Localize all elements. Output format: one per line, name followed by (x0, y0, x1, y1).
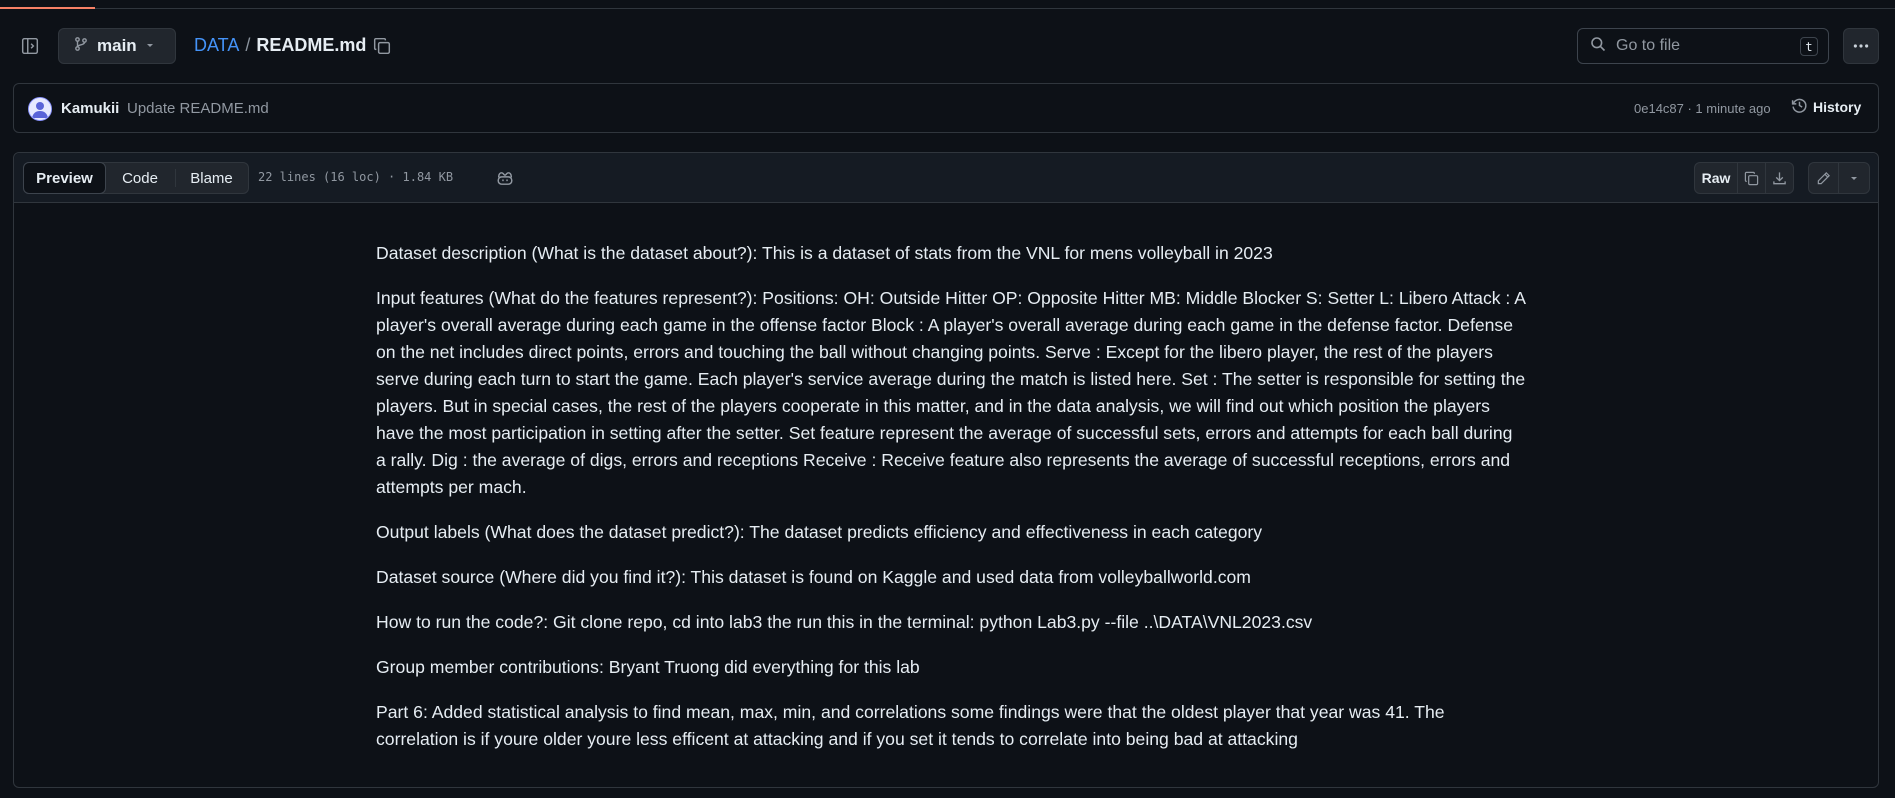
copilot-icon[interactable] (494, 167, 516, 189)
commit-hash-and-time[interactable]: 0e14c87 · 1 minute ago (1634, 101, 1771, 116)
branch-selector-button[interactable]: main (58, 28, 176, 64)
commit-message[interactable]: Update README.md (127, 100, 269, 117)
readme-content: Dataset description (What is the dataset… (376, 240, 1526, 771)
readme-paragraph: How to run the code?: Git clone repo, cd… (376, 612, 1313, 632)
search-shortcut-key: t (1800, 37, 1818, 56)
readme-paragraph: Group member contributions: Bryant Truon… (376, 657, 920, 677)
file-viewer: Preview Code Blame 22 lines (16 loc) · 1… (13, 152, 1879, 788)
commit-author[interactable]: Kamukii (61, 100, 119, 117)
kebab-horizontal-icon[interactable] (1843, 28, 1879, 64)
readme-paragraph: Input features (What do the features rep… (376, 288, 1526, 497)
download-icon[interactable] (1766, 163, 1793, 193)
file-toolbar: Preview Code Blame 22 lines (16 loc) · 1… (14, 153, 1878, 203)
active-tab-indicator (0, 7, 95, 9)
tab-preview[interactable]: Preview (23, 162, 106, 194)
breadcrumb-file-name: README.md (256, 35, 367, 55)
readme-paragraph: Part 6: Added statistical analysis to fi… (376, 702, 1445, 749)
file-header: main DATA / README.md Go to file t (0, 26, 1895, 66)
sidebar-expand-icon[interactable] (18, 34, 42, 58)
edit-actions-group (1808, 162, 1870, 194)
go-to-file-input[interactable]: Go to file t (1577, 28, 1829, 64)
avatar[interactable] (28, 97, 52, 121)
copy-raw-icon[interactable] (1738, 163, 1766, 193)
search-placeholder: Go to file (1616, 37, 1681, 54)
raw-actions-group: Raw (1694, 162, 1794, 194)
tab-blame[interactable]: Blame (175, 169, 247, 187)
breadcrumb: DATA / README.md (194, 35, 366, 56)
readme-paragraph: Output labels (What does the dataset pre… (376, 522, 1263, 542)
search-icon (1590, 36, 1606, 57)
readme-paragraph: Dataset source (Where did you find it?):… (376, 567, 1251, 587)
history-icon (1791, 97, 1808, 117)
breadcrumb-repo-link[interactable]: DATA (194, 35, 239, 56)
history-button[interactable]: History (1791, 97, 1861, 117)
history-label: History (1813, 99, 1862, 115)
copy-icon[interactable] (371, 35, 393, 57)
latest-commit-bar: Kamukii Update README.md 0e14c87 · 1 min… (13, 83, 1879, 133)
readme-paragraph: Dataset description (What is the dataset… (376, 243, 1273, 263)
file-size-info: 22 lines (16 loc) · 1.84 KB (258, 170, 454, 184)
view-mode-tabs: Preview Code Blame (23, 162, 249, 194)
chevron-down-icon[interactable] (1839, 163, 1869, 193)
breadcrumb-separator: / (245, 35, 251, 55)
git-branch-icon (73, 36, 89, 57)
pencil-icon[interactable] (1809, 163, 1840, 193)
branch-name: main (97, 36, 137, 55)
top-nav-underline (0, 0, 1895, 9)
chevron-down-icon (145, 37, 155, 55)
raw-button[interactable]: Raw (1695, 163, 1739, 193)
tab-code[interactable]: Code (105, 163, 175, 193)
